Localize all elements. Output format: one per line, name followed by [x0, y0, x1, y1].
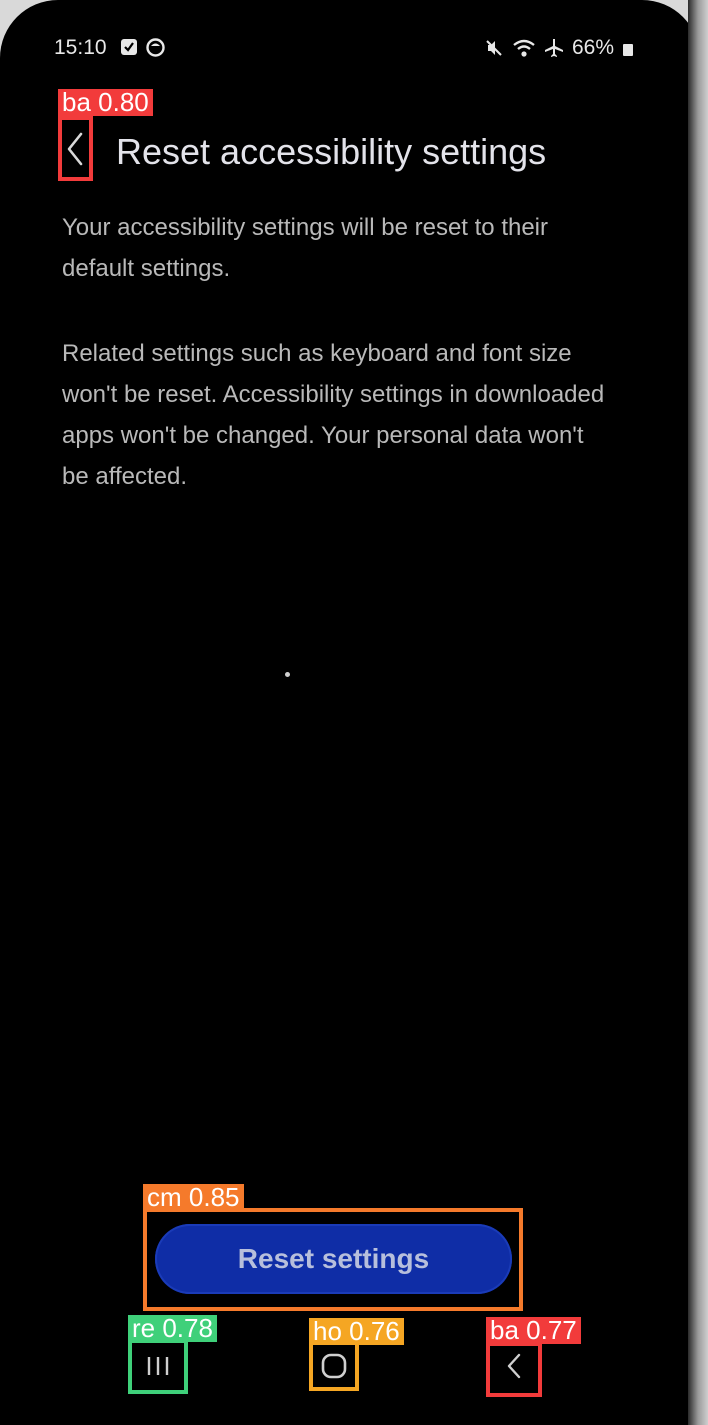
circle-app-icon	[146, 38, 165, 57]
nav-back-button[interactable]	[487, 1340, 541, 1392]
wifi-icon	[512, 38, 536, 58]
page-title: Reset accessibility settings	[116, 131, 547, 172]
reset-settings-button[interactable]: Reset settings	[155, 1224, 512, 1294]
battery-percent: 66%	[571, 36, 614, 59]
airplane-icon	[544, 38, 564, 58]
checkbox-notification-icon	[120, 38, 138, 57]
back-icon	[507, 1353, 521, 1379]
phone-screen: 15:10 66% Reset accessibility settings Y…	[0, 0, 700, 1425]
header-back-button[interactable]	[58, 118, 92, 180]
recents-icon	[147, 1357, 169, 1375]
status-bar: 15:10 66%	[54, 36, 634, 64]
battery-icon	[622, 38, 634, 58]
nav-home-button[interactable]	[310, 1340, 358, 1392]
reset-note: Related settings such as keyboard and fo…	[62, 340, 605, 490]
scroll-indicator	[285, 672, 290, 677]
home-icon	[321, 1353, 347, 1379]
nav-recents-button[interactable]	[128, 1340, 188, 1392]
status-time: 15:10	[54, 36, 107, 59]
mute-icon	[484, 38, 504, 58]
chevron-left-icon	[67, 132, 83, 166]
reset-description: Your accessibility settings will be rese…	[62, 214, 548, 282]
device-edge	[688, 0, 708, 1425]
